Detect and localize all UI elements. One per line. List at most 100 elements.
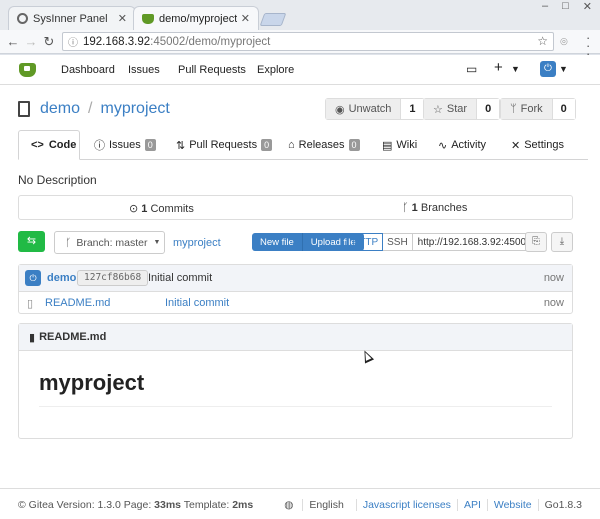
tab-issues[interactable]: ⓘ Issues 0 [94,130,156,160]
nav-pull-requests[interactable]: Pull Requests [178,64,246,76]
book-icon: ▤ [382,139,393,152]
repo-name-link[interactable]: myproject [100,100,169,118]
chevron-down-icon[interactable]: ▼ [511,64,520,74]
tab-code[interactable]: <> Code [18,130,80,160]
language-label: English [302,499,350,511]
js-licenses-link[interactable]: Javascript licenses [355,499,457,511]
create-plus-icon[interactable]: + [494,59,503,76]
globe-icon: ◍ [284,499,294,511]
branch-dropdown-label: Branch: master [76,236,148,249]
gitea-logo-icon[interactable] [19,63,36,77]
address-bar[interactable]: ⓘ 192.168.3.92:45002/demo/myproject ☆ [62,32,554,51]
branches-stat[interactable]: ᚴ 1 Branches [402,202,467,214]
tab-label: Activity [451,139,487,151]
tab-activity[interactable]: ∿ Activity [438,130,486,160]
nav-dashboard[interactable]: Dashboard [61,64,115,76]
notifications-inbox-icon[interactable]: ▭ [466,62,477,76]
branch-icon: ᚴ [65,236,72,249]
tab-label: Wiki [396,139,418,151]
pulls-count-badge: 0 [261,139,273,151]
browser-tab-sysinner[interactable]: SysInner Panel ✕ [8,6,136,30]
readme-header: ▮ README.md [19,324,572,351]
fork-icon: ᛘ [510,103,517,115]
tab-wiki[interactable]: ▤ Wiki [382,130,417,160]
watch-label: Unwatch [348,103,392,115]
http-clone-button[interactable]: HTTP [347,233,384,251]
minimize-icon[interactable]: – [542,0,548,13]
star-button[interactable]: ☆ Star 0 [423,98,501,120]
api-link[interactable]: API [456,499,487,511]
fork-button[interactable]: ᛘ Fork 0 [500,98,576,120]
branches-label: Branches [420,202,468,214]
star-icon: ☆ [433,103,443,116]
browser-toolbar: ← → ↻ ⓘ 192.168.3.92:45002/demo/myprojec… [0,30,600,60]
committer-avatar[interactable]: ⏻ [25,270,41,286]
branch-icon: ᚴ [402,202,409,214]
tag-icon: ⌂ [288,139,295,151]
compare-button[interactable]: ⇆ [18,231,45,252]
user-avatar[interactable]: ⏻ [540,61,556,77]
tab-pull-requests[interactable]: ⇅ Pull Requests 0 [176,130,273,160]
repo-owner-link[interactable]: demo [40,100,80,118]
tab-releases[interactable]: ⌂ Releases 0 [288,130,360,160]
download-button[interactable]: ⤓ [551,232,573,252]
commit-author-link[interactable]: demo [47,272,76,284]
clone-url-input[interactable]: http://192.168.3.92:45002/d [412,233,537,251]
tab-settings[interactable]: ✕ Settings [511,130,564,160]
repo-description: No Description [18,173,97,187]
issues-count-badge: 0 [144,139,156,151]
latest-commit-table: ⏻ demo 127cf86b68 Initial commit now ▯ R… [18,264,573,314]
page-footer: © Gitea Version: 1.3.0 Page: 33ms Templa… [0,488,600,519]
reload-icon[interactable]: ↻ [40,34,58,50]
repo-root-link[interactable]: myproject [173,237,221,249]
commits-stat[interactable]: ⊙ 1 Commits [129,202,194,215]
nav-explore[interactable]: Explore [257,64,294,76]
star-count[interactable]: 0 [476,99,500,119]
commit-time: now [543,272,564,284]
branches-count: 1 [411,202,418,214]
file-commit-time: now [543,297,564,309]
repo-tabs: <> Code ⓘ Issues 0 ⇅ Pull Requests 0 ⌂ Release… [18,130,588,160]
file-commit-link[interactable]: Initial commit [165,297,229,309]
website-link[interactable]: Website [486,499,538,511]
version-text: © Gitea Version: 1.3.0 Page: [18,499,155,511]
watch-count[interactable]: 1 [400,99,424,119]
readme-divider [39,406,552,407]
branch-toolbar: ⇆ ᚴ Branch: master ▼ myproject New file … [18,231,573,255]
page-info-icon[interactable]: ⓘ [68,34,78,49]
fork-count[interactable]: 0 [551,99,575,119]
language-selector[interactable]: ◍ English [272,499,356,511]
branch-dropdown[interactable]: ᚴ Branch: master ▼ [54,231,165,254]
chevron-down-icon[interactable]: ▼ [559,64,568,74]
ssh-clone-button[interactable]: SSH [383,233,413,251]
tab-label: Issues [109,139,141,151]
releases-count-badge: 0 [348,139,360,151]
clone-url-group: HTTP SSH http://192.168.3.92:45002/d [347,233,537,251]
maximize-icon[interactable]: □ [562,0,569,13]
tab-label: Settings [524,139,564,151]
file-name-link[interactable]: README.md [45,297,110,309]
gear-icon [17,13,28,24]
back-icon[interactable]: ← [4,34,22,49]
template-label: Template: [181,499,233,511]
bookmark-star-icon[interactable]: ☆ [537,34,548,48]
gitea-favicon-icon [142,13,154,24]
commit-sha-button[interactable]: 127cf86b68 [77,270,149,286]
new-tab-button[interactable] [259,13,287,26]
repo-stats-bar: ⊙ 1 Commits ᚴ 1 Branches [18,195,573,220]
repo-separator: / [88,100,93,117]
close-icon[interactable]: ✕ [241,12,250,25]
star-label: Star [446,103,468,115]
copy-clone-url-button[interactable]: ⎘ [525,232,547,252]
extension-icon[interactable]: ◎ [560,36,568,47]
watch-button[interactable]: ◉ Unwatch 1 [325,98,425,120]
browser-tab-gitea[interactable]: demo/myproject - G ✕ [133,6,259,30]
new-file-button[interactable]: New file [252,233,302,251]
forward-icon[interactable]: → [22,34,40,49]
pull-request-icon: ⇅ [176,139,186,152]
nav-issues[interactable]: Issues [128,64,160,76]
book-icon: ▮ [29,331,36,344]
close-window-icon[interactable]: ✕ [583,0,592,13]
repo-header: demo / myproject [18,100,170,118]
close-icon[interactable]: ✕ [118,12,127,25]
